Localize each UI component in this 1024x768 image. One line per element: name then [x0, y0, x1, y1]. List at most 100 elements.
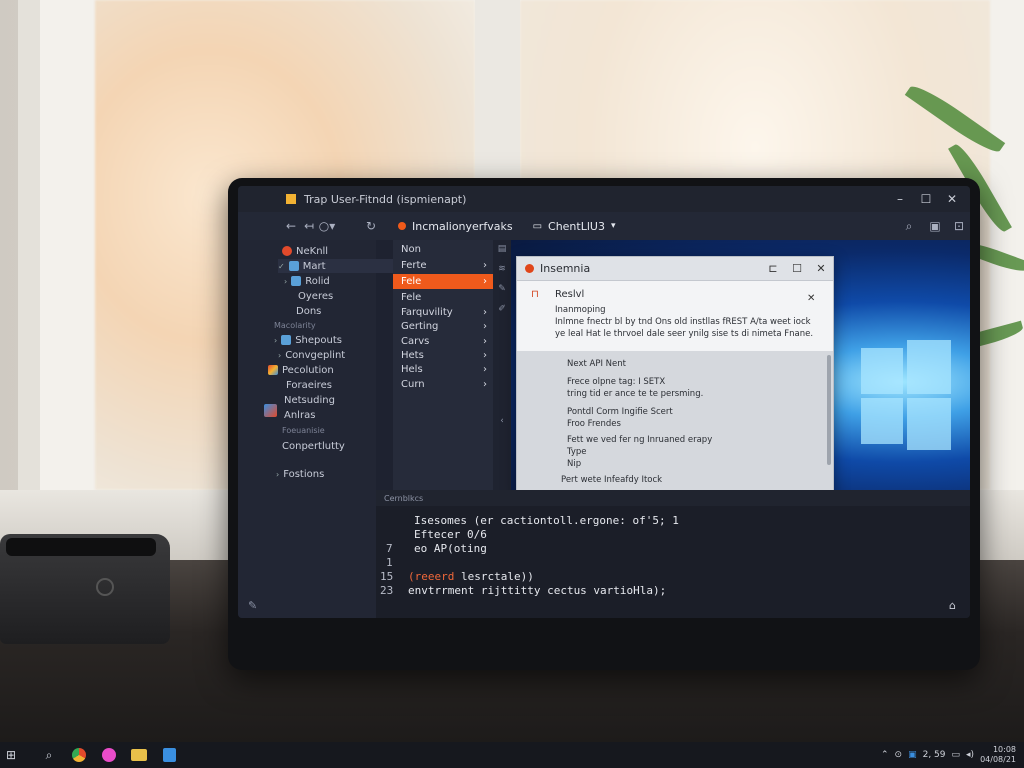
console-tabbar: Cernblkcs — [376, 490, 970, 506]
tray-text: 2, 59 — [922, 750, 946, 760]
tab-second[interactable]: ▭ ChentLlU3 ▾ — [523, 220, 626, 233]
sidebar-item[interactable]: Pecolution — [268, 363, 334, 377]
store-icon[interactable] — [160, 746, 178, 764]
folder-icon — [288, 261, 299, 271]
line-number: 15 — [380, 570, 394, 583]
speaker-icon[interactable]: ◂) — [966, 750, 974, 760]
app-icon — [286, 194, 296, 204]
tab-second-label: ChentLlU3 — [548, 219, 605, 233]
dialog-body: Next API Nent Frece olpne tag: I SETX tr… — [517, 351, 833, 497]
sidebar-item[interactable]: Oyeres — [298, 289, 333, 303]
dialog-line: Fett we ved fer ng Inruaned erapy — [567, 435, 713, 445]
close-icon[interactable]: ✕ — [944, 191, 960, 207]
chevron-right-icon: › — [483, 336, 487, 347]
dialog-scrollbar[interactable] — [827, 355, 831, 465]
chevron-up-icon[interactable]: ⌃ — [881, 750, 889, 760]
submenu-item-label: Hets — [401, 350, 424, 361]
search-icon[interactable]: ⌕ — [40, 746, 58, 764]
tab-active[interactable]: Incmalionyerfvaks — [388, 220, 523, 233]
shield-icon[interactable]: ▣ — [908, 750, 917, 760]
close-icon[interactable]: ✕ — [807, 293, 815, 304]
sidebar: NeKnll ✓ Mart › Rolid Oyeres Dons Macola… — [238, 240, 394, 618]
submenu-item[interactable]: Ferte › — [393, 258, 493, 273]
minimize-icon[interactable]: – — [892, 191, 908, 207]
circle-menu-icon[interactable]: ○▾ — [318, 219, 336, 233]
insomnia-dialog: Insemnia ⊏ ☐ ✕ ⊓ Reslvl Inanmoping Inlmn… — [516, 256, 834, 497]
submenu-item[interactable]: Farquvility › — [393, 305, 493, 320]
submenu-item[interactable]: Non — [393, 242, 493, 257]
sidebar-item[interactable]: › Rolid — [284, 274, 330, 288]
clock[interactable]: 10:08 04/08/21 — [980, 745, 1016, 765]
code-line: Eftecer 0/6 — [386, 528, 487, 541]
refresh-icon[interactable]: ↻ — [362, 219, 380, 233]
clock-date: 04/08/21 — [980, 755, 1016, 764]
code-line: Isesomes (er cactiontoll.ergone: of'5; 1 — [386, 514, 679, 527]
minimize-icon[interactable]: ⊏ — [765, 261, 781, 277]
submenu: Non Ferte › Fele › Fele Farquvility › Gerti… — [393, 240, 493, 490]
dialog-titlebar: Insemnia ⊏ ☐ ✕ — [517, 257, 833, 281]
console-tab[interactable]: Cernblkcs — [384, 494, 423, 503]
submenu-item[interactable]: Curn › — [393, 377, 493, 392]
sidebar-item[interactable]: NeKnll — [282, 244, 328, 258]
insomnia-logo-icon — [398, 222, 406, 230]
submenu-item[interactable]: Hels › — [393, 362, 493, 377]
sidebar-item[interactable]: Anlras — [284, 408, 315, 422]
app-pink-icon[interactable] — [100, 746, 118, 764]
sidebar-item[interactable]: Dons — [296, 304, 321, 318]
save-icon[interactable]: ▣ — [926, 219, 944, 233]
maximize-icon[interactable]: ☐ — [789, 261, 805, 277]
app-blue-icon — [264, 403, 277, 417]
clock-time: 10:08 — [992, 745, 1016, 754]
device-top — [6, 538, 156, 556]
start-grid-icon[interactable]: ⊞ — [2, 746, 20, 764]
sidebar-item[interactable]: Netsuding — [284, 393, 335, 407]
maximize-icon[interactable]: ☐ — [918, 191, 934, 207]
back-alt-arrow-icon[interactable]: ↤ — [300, 219, 318, 233]
back-arrow-icon[interactable]: ← — [282, 219, 300, 233]
code-text: eo AP(oting — [414, 542, 487, 555]
collapse-chevron-icon[interactable]: ‹ — [500, 416, 504, 426]
sidebar-item[interactable] — [264, 403, 277, 417]
home-icon[interactable]: ⌂ — [949, 599, 956, 612]
chevron-right-icon: › — [483, 276, 487, 287]
sidebar-item[interactable]: › Fostions — [276, 467, 324, 481]
dialog-line: Pontdl Corm Ingifie Scert — [567, 407, 673, 417]
chrome-icon[interactable] — [70, 746, 88, 764]
dialog-line: Nip — [567, 459, 582, 469]
pen-icon[interactable]: ✎ — [248, 599, 257, 612]
dialog-header: ⊓ Reslvl Inanmoping Inlmne fnectr bl by … — [517, 281, 833, 351]
sidebar-item[interactable]: Conpertlutty — [282, 439, 345, 453]
grid-icon[interactable]: ▤ — [498, 244, 507, 254]
wrench-icon[interactable]: ✎ — [498, 284, 506, 294]
pencil-icon[interactable]: ✐ — [498, 304, 506, 314]
chevron-right-icon: › — [483, 379, 487, 390]
code-console[interactable]: Isesomes (er cactiontoll.ergone: of'5; 1… — [376, 506, 970, 618]
submenu-item-label: Carvs — [401, 336, 430, 347]
code-line: 23 envtrrment rijttitty cectus vartioHla)… — [380, 584, 666, 597]
sidebar-item[interactable]: › Convgeplint — [278, 348, 345, 362]
submenu-item-label: Ferte — [401, 260, 427, 271]
sidebar-item[interactable]: ✓ Mart — [278, 259, 394, 273]
close-icon[interactable]: ✕ — [813, 261, 829, 277]
search-icon[interactable]: ⌕ — [900, 219, 918, 234]
sidebar-item[interactable]: Foraeires — [286, 378, 332, 392]
settings-icon[interactable]: ⊙ — [895, 750, 903, 760]
folder-icon — [291, 276, 302, 286]
sidebar-item[interactable]: › Shepouts — [274, 333, 342, 347]
submenu-item[interactable]: Gerting › — [393, 319, 493, 334]
chevron-right-icon: › — [483, 307, 487, 318]
alert-icon: ⊓ — [531, 289, 539, 300]
monitor-icon[interactable]: ▭ — [952, 750, 961, 760]
folder-icon[interactable] — [130, 746, 148, 764]
submenu-item[interactable]: Carvs › — [393, 334, 493, 349]
submenu-item[interactable]: Fele — [393, 290, 493, 305]
submenu-item-active[interactable]: Fele › — [393, 274, 493, 289]
system-tray: ⌃ ⊙ ▣ 2, 59 ▭ ◂) 10:08 04/08/21 — [881, 742, 1016, 768]
lock-icon[interactable]: ⊡ — [950, 219, 968, 233]
tab-active-label: Incmalionyerfvaks — [412, 219, 513, 233]
submenu-item[interactable]: Hets › — [393, 348, 493, 363]
code-text: envtrrment rijttitty cectus vartioHla); — [408, 584, 667, 597]
code-text: lesrctale)) — [454, 570, 534, 583]
stack-icon[interactable]: ≋ — [498, 264, 506, 274]
chevron-right-icon: › — [483, 260, 487, 271]
